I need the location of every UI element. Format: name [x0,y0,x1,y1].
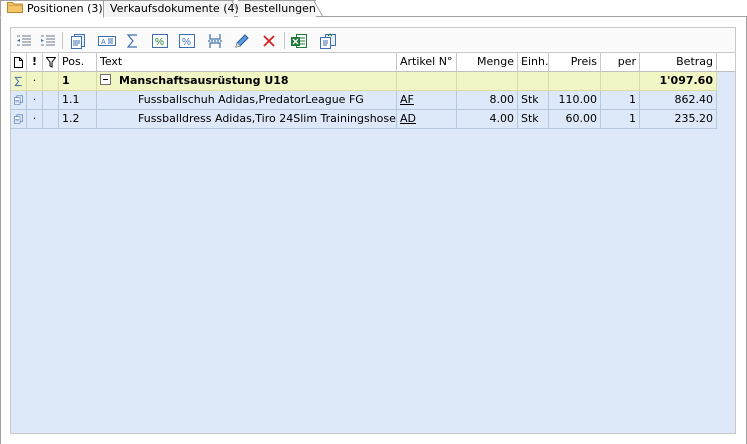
row-article: AF [397,91,457,110]
row-per: 1 [601,110,640,129]
row-preis [549,72,601,91]
edit-pencil-icon[interactable] [233,32,251,50]
article-row-icon [11,110,27,129]
filter-icon [45,57,57,68]
outdent-icon[interactable] [15,32,33,50]
svg-text:%: % [182,37,191,48]
tab-verkaufsdokumente-label: Verkaufsdokumente (4) [110,2,239,15]
row-menge: 4.00 [457,110,518,129]
row-filter-cell [43,110,59,129]
row-flag: · [27,72,43,91]
excel-export-icon[interactable] [290,32,308,50]
row-pos: 1.2 [59,110,97,129]
tab-bestellungen[interactable]: Bestellungen [238,0,324,18]
svg-text:A: A [101,39,106,46]
row-text: Fussballschuh Adidas,PredatorLeague FG [97,91,397,110]
group-row[interactable]: · 1 Manschaftsausrüstung U18 1'097.60 [11,72,717,91]
tab-positionen-label: Positionen (3) [27,2,103,15]
folder-icon [7,1,23,13]
sum-icon[interactable] [124,32,142,50]
toolbar-separator [284,32,285,49]
text-block-icon[interactable]: A [98,32,116,50]
grid-header: ! Pos. Text Artikel N° Menge Einh. Preis… [11,53,735,72]
column-header-per[interactable]: per [601,53,640,72]
row-flag: · [27,110,43,129]
positions-grid: ! Pos. Text Artikel N° Menge Einh. Preis… [10,53,736,434]
column-header-preis[interactable]: Preis [549,53,601,72]
page-break-icon[interactable] [206,32,224,50]
table-row[interactable]: · 1.1 Fussballschuh Adidas,PredatorLeagu… [11,91,717,110]
discount-percent-icon[interactable]: % [151,32,169,50]
row-flag: · [27,91,43,110]
row-article [397,72,457,91]
row-einh [518,72,549,91]
tab-bestellungen-label: Bestellungen [244,2,316,15]
column-header-flag[interactable]: ! [27,53,43,72]
article-link[interactable]: AF [400,93,414,106]
delete-x-icon[interactable] [260,32,278,50]
column-header-menge[interactable]: Menge [457,53,518,72]
column-header-article[interactable]: Artikel N° [397,53,457,72]
collapse-toggle[interactable] [100,74,111,85]
row-preis: 60.00 [549,110,601,129]
row-article: AD [397,110,457,129]
column-header-einh[interactable]: Einh. [518,53,549,72]
row-preis: 110.00 [549,91,601,110]
new-document-icon [14,57,23,68]
percent-icon[interactable]: % [178,32,196,50]
tab-bar: Positionen (3) Verkaufsdokumente (4) Bes… [0,0,747,18]
sum-row-icon [11,72,27,91]
article-row-icon [11,91,27,110]
row-pos: 1 [59,72,97,91]
row-filter-cell [43,72,59,91]
row-betrag: 862.40 [640,91,717,110]
row-betrag: 1'097.60 [640,72,717,91]
group-title: Manschaftsausrüstung U18 [119,74,289,87]
row-filter-cell [43,91,59,110]
row-einh: Stk [518,110,549,129]
row-text: Fussballdress Adidas,Tiro 24Slim Trainin… [97,110,397,129]
indent-icon[interactable] [39,32,57,50]
row-per: 1 [601,91,640,110]
positions-toolbar: A % % [10,27,736,53]
table-row[interactable]: · 1.2 Fussballdress Adidas,Tiro 24Slim T… [11,110,717,129]
svg-text:%: % [155,37,164,48]
column-header-type[interactable] [11,53,27,72]
row-text: Manschaftsausrüstung U18 [97,72,397,91]
column-header-text[interactable]: Text [97,53,397,72]
column-header-betrag[interactable]: Betrag [640,53,717,72]
toolbar-separator [62,32,63,49]
row-einh: Stk [518,91,549,110]
row-betrag: 235.20 [640,110,717,129]
column-header-pos[interactable]: Pos. [59,53,97,72]
copy-document-icon[interactable] [319,32,337,50]
document-icon[interactable] [69,32,87,50]
row-pos: 1.1 [59,91,97,110]
article-link[interactable]: AD [400,112,416,125]
column-header-spacer [717,53,735,72]
row-per [601,72,640,91]
tab-positionen[interactable]: Positionen (3) [0,0,104,18]
row-menge [457,72,518,91]
column-header-filter[interactable] [43,53,59,72]
tab-verkaufsdokumente[interactable]: Verkaufsdokumente (4) [104,0,242,18]
row-menge: 8.00 [457,91,518,110]
